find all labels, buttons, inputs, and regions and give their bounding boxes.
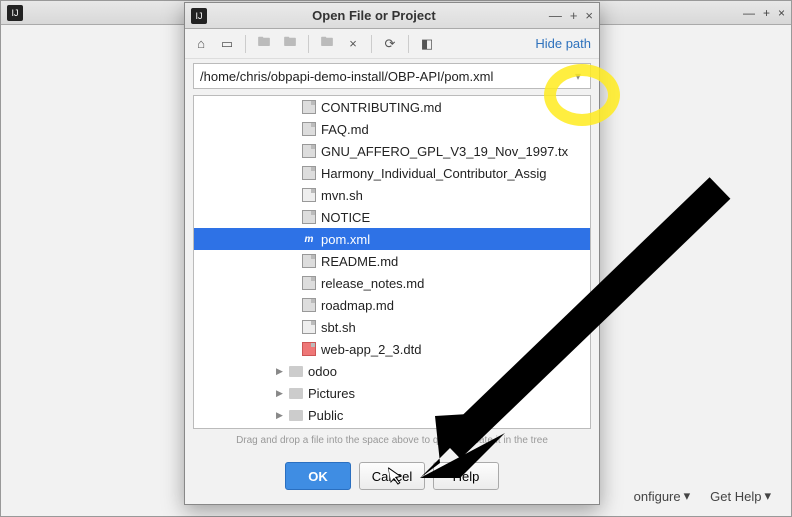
dtd-file-icon xyxy=(302,342,316,356)
file-file-icon xyxy=(302,254,316,268)
maximize-icon[interactable]: + xyxy=(763,6,770,20)
file-file-icon xyxy=(302,210,316,224)
dialog-toolbar: ⌂ ▭ 🖿 🖿 🖿 × ⟳ ◧ Hide path xyxy=(185,29,599,59)
help-button[interactable]: Help xyxy=(433,462,499,490)
separator xyxy=(308,35,309,53)
close-icon[interactable]: × xyxy=(778,6,785,20)
separator xyxy=(245,35,246,53)
refresh-icon[interactable]: ⟳ xyxy=(382,36,398,52)
file-row[interactable]: FAQ.md xyxy=(194,118,590,140)
cancel-button[interactable]: Cancel xyxy=(359,462,425,490)
folder-icon xyxy=(289,388,303,399)
file-name: mvn.sh xyxy=(321,188,363,203)
folder-icon[interactable]: 🖿 xyxy=(319,36,335,52)
file-name: NOTICE xyxy=(321,210,370,225)
dialog-title: Open File or Project xyxy=(215,8,549,23)
delete-icon[interactable]: × xyxy=(345,36,361,52)
chevron-down-icon: ▾ xyxy=(764,488,771,504)
file-row[interactable]: README.md xyxy=(194,250,590,272)
folder-name: Public xyxy=(308,408,343,423)
folder-icon xyxy=(289,366,303,377)
maximize-icon[interactable]: + xyxy=(570,8,578,23)
dialog-button-bar: OK Cancel Help xyxy=(185,454,599,504)
file-name: GNU_AFFERO_GPL_V3_19_Nov_1997.tx xyxy=(321,144,568,159)
file-name: release_notes.md xyxy=(321,276,424,291)
file-row[interactable]: NOTICE xyxy=(194,206,590,228)
file-file-icon xyxy=(302,100,316,114)
folder-row[interactable]: ▶ Public xyxy=(194,404,590,426)
file-row[interactable]: release_notes.md xyxy=(194,272,590,294)
hide-path-link[interactable]: Hide path xyxy=(535,36,591,51)
file-name: Harmony_Individual_Contributor_Assig xyxy=(321,166,546,181)
file-name: FAQ.md xyxy=(321,122,369,137)
folder-row[interactable]: ▶ odoo xyxy=(194,360,590,382)
file-name: README.md xyxy=(321,254,398,269)
folder-icon[interactable]: 🖿 xyxy=(282,36,298,52)
folder-row[interactable]: ▶ Pictures xyxy=(194,382,590,404)
show-hidden-icon[interactable]: ◧ xyxy=(419,36,435,52)
file-row[interactable]: web-app_2_3.dtd xyxy=(194,338,590,360)
file-name: sbt.sh xyxy=(321,320,356,335)
dialog-window-controls: — + × xyxy=(549,8,593,23)
new-folder-icon[interactable]: 🖿 xyxy=(256,36,272,52)
file-name: roadmap.md xyxy=(321,298,394,313)
expand-icon[interactable]: ▶ xyxy=(276,410,284,421)
configure-link[interactable]: onfigure ▾ xyxy=(634,488,691,504)
dialog-titlebar: IJ Open File or Project — + × xyxy=(185,3,599,29)
file-row[interactable]: mvn.sh xyxy=(194,184,590,206)
folder-icon xyxy=(289,410,303,421)
open-file-dialog: IJ Open File or Project — + × ⌂ ▭ 🖿 🖿 🖿 … xyxy=(184,2,600,505)
minimize-icon[interactable]: — xyxy=(743,6,755,20)
ok-button[interactable]: OK xyxy=(285,462,351,490)
file-file-icon xyxy=(302,276,316,290)
folder-name: odoo xyxy=(308,364,337,379)
file-row[interactable]: sbt.sh xyxy=(194,316,590,338)
file-name: pom.xml xyxy=(321,232,370,247)
separator xyxy=(408,35,409,53)
expand-icon[interactable]: ▶ xyxy=(276,388,284,399)
file-file-icon xyxy=(302,166,316,180)
file-row[interactable]: Harmony_Individual_Contributor_Assig xyxy=(194,162,590,184)
close-icon[interactable]: × xyxy=(585,8,593,23)
home-icon[interactable]: ⌂ xyxy=(193,36,209,52)
file-file-icon xyxy=(302,122,316,136)
intellij-icon: IJ xyxy=(191,8,207,24)
minimize-icon[interactable]: — xyxy=(549,8,562,23)
sh-file-icon xyxy=(302,320,316,334)
file-row[interactable]: roadmap.md xyxy=(194,294,590,316)
background-window-controls: — + × xyxy=(743,6,785,20)
intellij-icon: IJ xyxy=(7,5,23,21)
file-tree[interactable]: CONTRIBUTING.md FAQ.md GNU_AFFERO_GPL_V3_1… xyxy=(193,95,591,429)
chevron-down-icon: ▾ xyxy=(684,488,691,504)
path-input[interactable]: /home/chris/obpapi-demo-install/OBP-API/… xyxy=(193,63,591,89)
path-text: /home/chris/obpapi-demo-install/OBP-API/… xyxy=(200,69,572,84)
m-file-icon: m xyxy=(302,232,316,246)
background-bottom-links: onfigure ▾ Get Help ▾ xyxy=(634,488,771,504)
file-row[interactable]: CONTRIBUTING.md xyxy=(194,96,590,118)
drag-drop-hint: Drag and drop a file into the space abov… xyxy=(193,435,591,446)
folder-name: Pictures xyxy=(308,386,355,401)
desktop-icon[interactable]: ▭ xyxy=(219,36,235,52)
file-file-icon xyxy=(302,144,316,158)
file-row[interactable]: GNU_AFFERO_GPL_V3_19_Nov_1997.tx xyxy=(194,140,590,162)
sh-file-icon xyxy=(302,188,316,202)
get-help-link[interactable]: Get Help ▾ xyxy=(710,488,771,504)
separator xyxy=(371,35,372,53)
file-name: web-app_2_3.dtd xyxy=(321,342,421,357)
file-row[interactable]: m pom.xml xyxy=(194,228,590,250)
file-file-icon xyxy=(302,298,316,312)
history-dropdown-icon[interactable]: ▾ xyxy=(572,69,584,83)
file-name: CONTRIBUTING.md xyxy=(321,100,442,115)
expand-icon[interactable]: ▶ xyxy=(276,366,284,377)
